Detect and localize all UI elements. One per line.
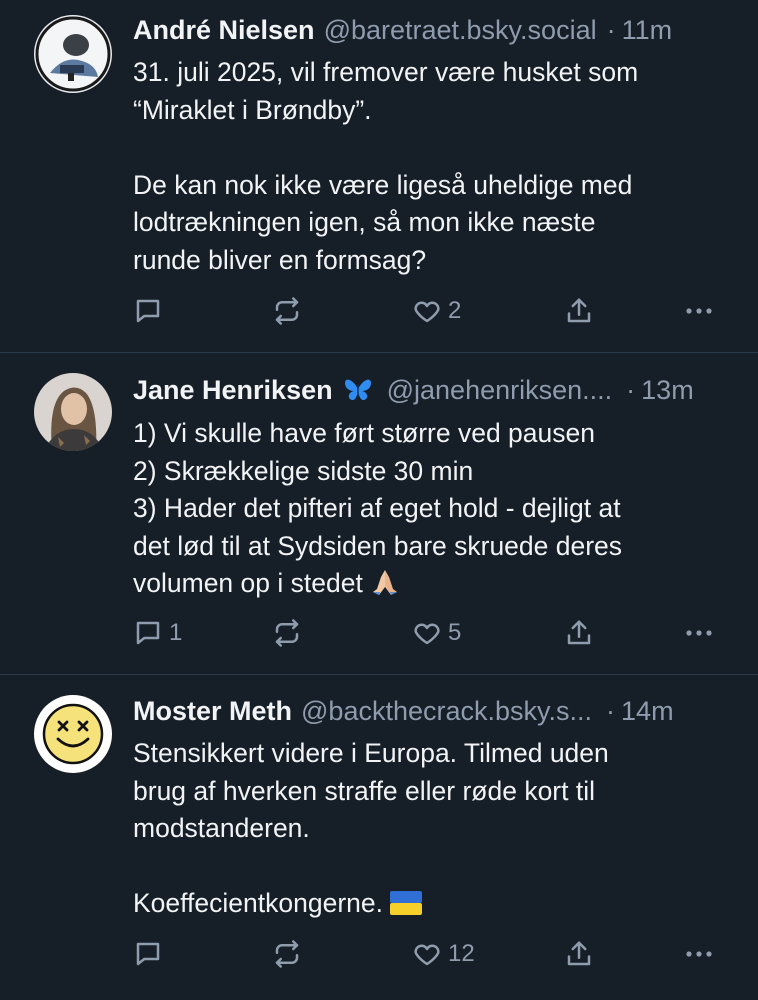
post-text-line: “Miraklet i Brøndby”. xyxy=(133,94,372,125)
reply-count: 1 xyxy=(169,619,183,646)
post-text-line-with-emoji: volumen op i stedet xyxy=(133,565,736,603)
post-text-line-with-emoji: Koeffecientkongerne. xyxy=(133,885,736,923)
post-actions: 1 5 xyxy=(133,615,722,651)
share-icon xyxy=(567,298,591,323)
butterfly-badge-icon xyxy=(343,376,373,404)
author-handle[interactable]: @backthecrack.bsky.s... xyxy=(301,696,592,727)
post-jane-henriksen[interactable]: Jane Henriksen @janehenriksen.... · 13m … xyxy=(0,352,758,674)
more-options-button[interactable] xyxy=(683,293,715,329)
post-text-line: Koeffecientkongerne. xyxy=(133,888,383,918)
post-text: 1) Vi skulle have ført større ved pausen… xyxy=(133,415,736,603)
reply-button[interactable] xyxy=(133,936,169,972)
post-text-line: brug af hverken straffe eller røde kort … xyxy=(133,775,595,806)
post-text-line: 1) Vi skulle have ført større ved pausen xyxy=(133,418,595,448)
repost-icon xyxy=(275,619,299,647)
separator-dot: · xyxy=(606,14,616,45)
post-text-line: modstanderen. xyxy=(133,813,310,843)
reply-icon xyxy=(136,621,160,645)
reply-icon xyxy=(136,299,160,323)
author-handle[interactable]: @baretraet.bsky.social xyxy=(324,15,597,46)
share-icon xyxy=(567,941,591,966)
post-text: Stensikkert videre i Europa. Tilmed uden… xyxy=(133,735,736,923)
post-text-line: lodtrækningen igen, så mon ikke næste xyxy=(133,207,596,237)
author-name[interactable]: André Nielsen xyxy=(133,15,315,46)
like-count: 5 xyxy=(448,619,462,646)
avatar-photo-icon xyxy=(34,373,112,451)
share-button[interactable] xyxy=(564,615,594,651)
post-moster-meth[interactable]: Moster Meth @backthecrack.bsky.s... · 14… xyxy=(0,674,758,1000)
share-button[interactable] xyxy=(564,936,594,972)
share-button[interactable] xyxy=(564,293,594,329)
post-text-line xyxy=(133,848,736,886)
reply-button[interactable] xyxy=(133,293,169,329)
more-icon xyxy=(686,308,712,314)
post-andre-nielsen[interactable]: André Nielsen @baretraet.bsky.social · 1… xyxy=(0,0,758,352)
avatar[interactable] xyxy=(34,695,112,773)
repost-icon xyxy=(275,297,299,325)
author-handle[interactable]: @janehenriksen.... xyxy=(387,375,613,406)
post-text-line: 2) Skrækkelige sidste 30 min xyxy=(133,455,474,486)
share-icon xyxy=(567,620,591,645)
author-name[interactable]: Moster Meth xyxy=(133,696,292,727)
post-text: 31. juli 2025, vil fremover være husket … xyxy=(133,54,736,279)
post-time[interactable]: 14m xyxy=(621,696,674,727)
post-text-line: det lød til at Sydsiden bare skruede der… xyxy=(133,530,623,561)
post-actions: 12 xyxy=(133,936,722,972)
avatar[interactable] xyxy=(34,373,112,451)
more-options-button[interactable] xyxy=(683,936,715,972)
reply-button[interactable]: 1 xyxy=(133,615,182,651)
repost-button[interactable] xyxy=(272,936,308,972)
post-text-line: 3) Hader det pifteri af eget hold - dejl… xyxy=(133,493,621,523)
ukraine-flag-icon xyxy=(390,891,423,915)
like-count: 12 xyxy=(448,940,475,967)
post-time[interactable]: 11m xyxy=(622,15,673,46)
post-actions: 2 xyxy=(133,293,722,329)
post-text-line: 31. juli 2025, vil fremover være husket … xyxy=(133,57,639,87)
like-button[interactable]: 12 xyxy=(412,936,475,972)
heart-icon xyxy=(414,623,440,645)
post-text-line: Stensikkert videre i Europa. Tilmed uden xyxy=(133,738,609,768)
avatar-photo-icon xyxy=(34,15,112,93)
butterfly-icon xyxy=(344,379,371,401)
like-count: 2 xyxy=(448,297,462,324)
separator-dot: · xyxy=(626,374,636,405)
heart-icon xyxy=(414,944,440,966)
author-name[interactable]: Jane Henriksen xyxy=(133,375,333,406)
post-text-line: volumen op i stedet xyxy=(133,568,363,598)
like-button[interactable]: 5 xyxy=(412,615,461,651)
smiley-avatar-icon xyxy=(34,695,112,773)
more-icon xyxy=(686,630,712,636)
praying-hands-emoji-icon xyxy=(373,570,398,595)
repost-button[interactable] xyxy=(272,293,308,329)
repost-button[interactable] xyxy=(272,615,308,651)
like-button[interactable]: 2 xyxy=(412,293,461,329)
more-icon xyxy=(686,951,712,957)
repost-icon xyxy=(275,940,299,968)
post-time[interactable]: 13m xyxy=(641,375,694,406)
post-text-line xyxy=(133,129,736,167)
post-text-line: runde bliver en formsag? xyxy=(133,244,427,275)
separator-dot: · xyxy=(606,695,616,726)
heart-icon xyxy=(414,301,440,323)
reply-icon xyxy=(136,942,160,966)
post-text-line: De kan nok ikke være ligeså uheldige med xyxy=(133,169,633,200)
avatar[interactable] xyxy=(34,15,112,93)
more-options-button[interactable] xyxy=(683,615,715,651)
